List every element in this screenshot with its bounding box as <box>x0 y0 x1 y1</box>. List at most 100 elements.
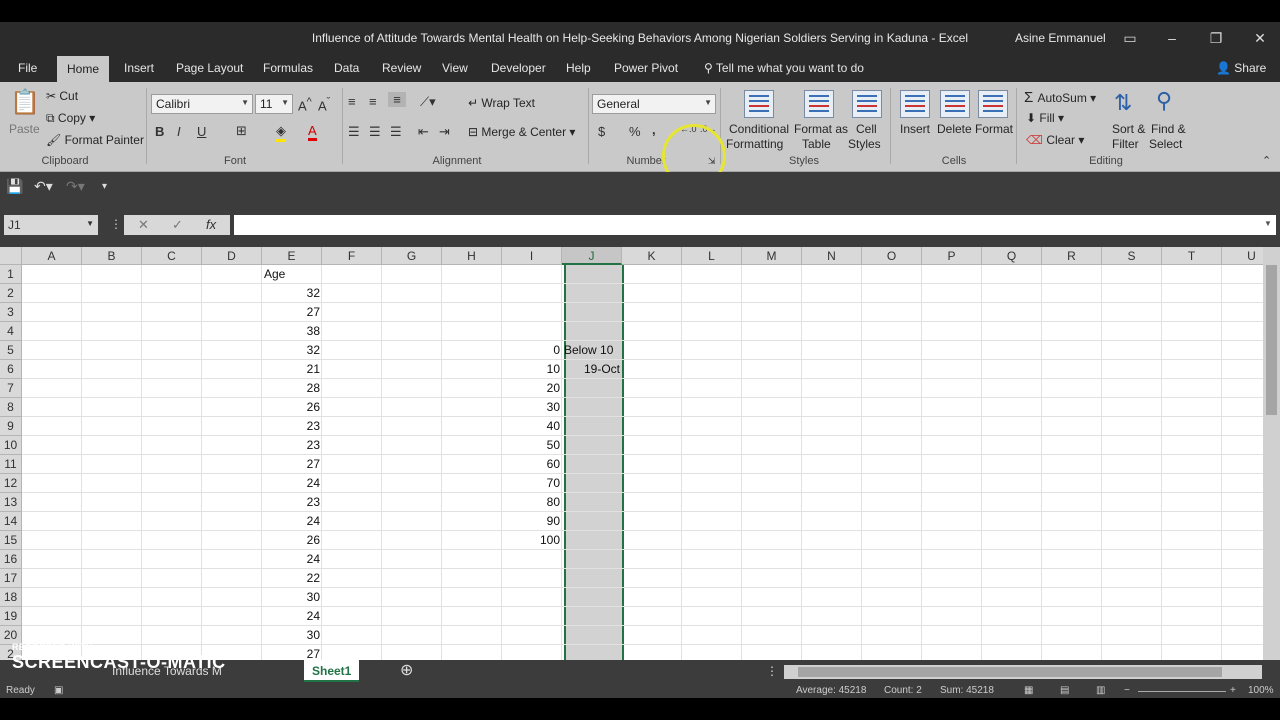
vertical-scrollbar[interactable] <box>1263 247 1280 660</box>
row-header[interactable]: 12 <box>0 474 22 493</box>
format-as-table-icon[interactable] <box>804 90 834 118</box>
cell-styles-label-1[interactable]: Cell <box>856 122 877 136</box>
cell-e9[interactable]: 23 <box>264 417 320 436</box>
column-header-p[interactable]: P <box>922 247 982 265</box>
row-header[interactable]: 4 <box>0 322 22 341</box>
column-header-o[interactable]: O <box>862 247 922 265</box>
column-header-s[interactable]: S <box>1102 247 1162 265</box>
column-header-t[interactable]: T <box>1162 247 1222 265</box>
cell-e16[interactable]: 24 <box>264 550 320 569</box>
align-bottom-icon[interactable]: ≡ <box>388 92 406 107</box>
user-name[interactable]: Asine Emmanuel <box>1015 31 1106 45</box>
align-right-icon[interactable]: ☰ <box>390 124 402 140</box>
row-header[interactable]: 1 <box>0 265 22 284</box>
tab-power-pivot[interactable]: Power Pivot <box>604 54 688 82</box>
tab-view[interactable]: View <box>432 54 478 82</box>
font-size-select[interactable]: 11 ▼ <box>255 94 293 114</box>
fill-color-icon[interactable]: ◈ <box>276 123 286 142</box>
find-select-label-1[interactable]: Find & <box>1151 122 1186 136</box>
column-header-c[interactable]: C <box>142 247 202 265</box>
share-button[interactable]: 👤 Share <box>1206 54 1276 82</box>
row-header[interactable]: 15 <box>0 531 22 550</box>
align-left-icon[interactable]: ☰ <box>348 124 360 140</box>
percent-button[interactable]: % <box>629 124 641 139</box>
tab-help[interactable]: Help <box>556 54 601 82</box>
cell-i5[interactable]: 0 <box>504 341 560 360</box>
cell-i7[interactable]: 20 <box>504 379 560 398</box>
save-icon[interactable]: 💾 <box>6 178 23 195</box>
cell-e20[interactable]: 30 <box>264 626 320 645</box>
tab-file[interactable]: File <box>8 54 47 82</box>
sort-filter-label-1[interactable]: Sort & <box>1112 122 1145 136</box>
cell-j5[interactable]: Below 10 <box>564 341 620 360</box>
conditional-formatting-label-2[interactable]: Formatting <box>726 137 783 151</box>
column-header-e[interactable]: E <box>262 247 322 265</box>
selected-column-range[interactable] <box>564 265 624 660</box>
row-header[interactable]: 17 <box>0 569 22 588</box>
paste-label[interactable]: Paste <box>9 122 40 136</box>
collapse-ribbon-icon[interactable]: ⌃ <box>1262 154 1271 167</box>
column-header-k[interactable]: K <box>622 247 682 265</box>
merge-center-button[interactable]: ⊟ Merge & Center ▾ <box>468 125 575 139</box>
cell-e11[interactable]: 27 <box>264 455 320 474</box>
row-header[interactable]: 14 <box>0 512 22 531</box>
horizontal-scroll-thumb[interactable] <box>798 667 1222 677</box>
sort-filter-icon[interactable]: ⇅ <box>1114 90 1132 116</box>
cut-button[interactable]: ✂ Cut <box>46 89 78 103</box>
insert-cells-label[interactable]: Insert <box>900 122 930 136</box>
column-header-l[interactable]: L <box>682 247 742 265</box>
format-painter-button[interactable]: 🖌 Format Painter <box>46 133 144 147</box>
tab-insert[interactable]: Insert <box>114 54 164 82</box>
add-sheet-icon[interactable]: ⊕ <box>392 660 421 682</box>
cell-i15[interactable]: 100 <box>504 531 560 550</box>
wrap-text-button[interactable]: ↵ Wrap Text <box>468 96 535 110</box>
row-header[interactable]: 8 <box>0 398 22 417</box>
number-format-select[interactable]: General ▼ <box>592 94 716 114</box>
tab-page-layout[interactable]: Page Layout <box>166 54 253 82</box>
delete-cells-icon[interactable] <box>940 90 970 118</box>
conditional-formatting-icon[interactable] <box>744 90 774 118</box>
row-header[interactable]: 2 <box>0 284 22 303</box>
vertical-scroll-thumb[interactable] <box>1266 265 1277 415</box>
ribbon-display-icon[interactable]: ▭ <box>1118 28 1142 48</box>
row-header[interactable]: 13 <box>0 493 22 512</box>
decrease-indent-icon[interactable]: ⇤ <box>418 124 429 140</box>
tab-developer[interactable]: Developer <box>481 54 556 82</box>
delete-cells-label[interactable]: Delete <box>937 122 972 136</box>
page-break-view-icon[interactable]: ▥ <box>1096 685 1105 696</box>
row-header[interactable]: 16 <box>0 550 22 569</box>
cell-e8[interactable]: 26 <box>264 398 320 417</box>
column-header-h[interactable]: H <box>442 247 502 265</box>
column-header-r[interactable]: R <box>1042 247 1102 265</box>
cell-i8[interactable]: 30 <box>504 398 560 417</box>
macro-record-icon[interactable]: ▣ <box>54 685 63 696</box>
horizontal-scrollbar[interactable] <box>784 665 1262 679</box>
sort-filter-label-2[interactable]: Filter <box>1112 137 1139 151</box>
cell-e3[interactable]: 27 <box>264 303 320 322</box>
cell-i6[interactable]: 10 <box>504 360 560 379</box>
column-header-q[interactable]: Q <box>982 247 1042 265</box>
cell-i12[interactable]: 70 <box>504 474 560 493</box>
enter-icon[interactable]: ✓ <box>172 217 183 233</box>
find-select-label-2[interactable]: Select <box>1149 137 1182 151</box>
fill-button[interactable]: ⬇ Fill ▾ <box>1026 111 1064 125</box>
zoom-in-icon[interactable]: + <box>1230 685 1236 696</box>
cancel-icon[interactable]: ✕ <box>138 217 149 233</box>
column-header-n[interactable]: N <box>802 247 862 265</box>
format-cells-icon[interactable] <box>978 90 1008 118</box>
find-select-icon[interactable]: ⚲ <box>1156 88 1172 114</box>
column-header-a[interactable]: A <box>22 247 82 265</box>
cell-e18[interactable]: 30 <box>264 588 320 607</box>
cell-i11[interactable]: 60 <box>504 455 560 474</box>
page-layout-view-icon[interactable]: ▤ <box>1060 685 1069 696</box>
cell-e6[interactable]: 21 <box>264 360 320 379</box>
comma-button[interactable]: , <box>652 122 656 137</box>
row-header[interactable]: 9 <box>0 417 22 436</box>
autosum-button[interactable]: Σ AutoSum ▾ <box>1024 89 1096 106</box>
restore-icon[interactable]: ❐ <box>1204 28 1228 48</box>
formula-input[interactable] <box>234 215 1276 235</box>
row-header[interactable]: 3 <box>0 303 22 322</box>
conditional-formatting-label-1[interactable]: Conditional <box>729 122 789 136</box>
cell-e17[interactable]: 22 <box>264 569 320 588</box>
cell-e15[interactable]: 26 <box>264 531 320 550</box>
